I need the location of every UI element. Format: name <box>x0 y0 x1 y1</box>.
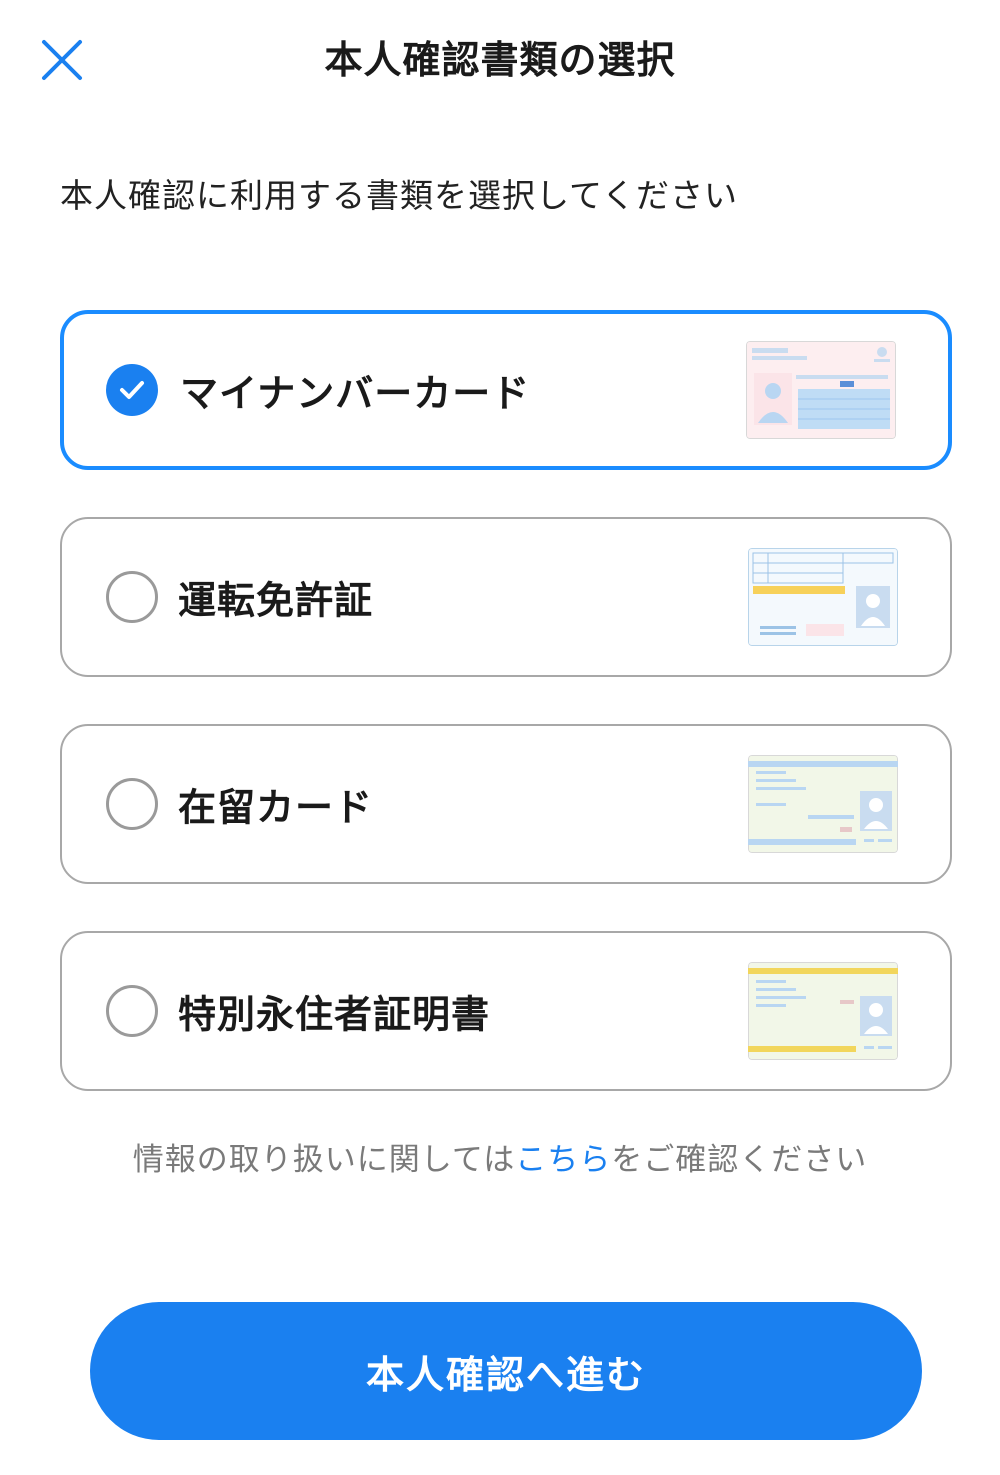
page-title: 本人確認書類の選択 <box>324 38 676 82</box>
document-options: マイナンバーカード 運転免許証 在留カード 特別永住者証明書 <box>60 310 952 1138</box>
option-label: マイナンバーカード <box>180 371 531 416</box>
info-prefix: 情報の取り扱いに関しては <box>132 1142 516 1178</box>
info-link[interactable]: こちら <box>515 1142 611 1178</box>
drivers-license-icon <box>748 548 898 646</box>
header: 本人確認書類の選択 <box>0 0 1000 120</box>
info-text: 情報の取り扱いに関してはこちらをご確認ください <box>0 1136 1000 1184</box>
radio-unchecked[interactable] <box>106 571 158 623</box>
option-label: 運転免許証 <box>178 578 374 623</box>
proceed-to-verification-button[interactable]: 本人確認へ進む <box>90 1302 922 1440</box>
instruction-text: 本人確認に利用する書類を選択してください <box>60 176 739 215</box>
option-residence-card[interactable]: 在留カード <box>60 724 952 884</box>
info-suffix: をご確認ください <box>611 1142 868 1178</box>
radio-unchecked[interactable] <box>106 985 158 1037</box>
radio-checked[interactable] <box>106 364 158 416</box>
option-special-permanent-resident-certificate[interactable]: 特別永住者証明書 <box>60 931 952 1091</box>
option-my-number-card[interactable]: マイナンバーカード <box>60 310 952 470</box>
special-permanent-resident-certificate-icon <box>748 962 898 1060</box>
my-number-card-icon <box>746 341 896 439</box>
check-icon <box>120 381 144 399</box>
radio-unchecked[interactable] <box>106 778 158 830</box>
residence-card-icon <box>748 755 898 853</box>
option-label: 在留カード <box>178 785 374 830</box>
option-drivers-license[interactable]: 運転免許証 <box>60 517 952 677</box>
option-label: 特別永住者証明書 <box>178 992 491 1037</box>
